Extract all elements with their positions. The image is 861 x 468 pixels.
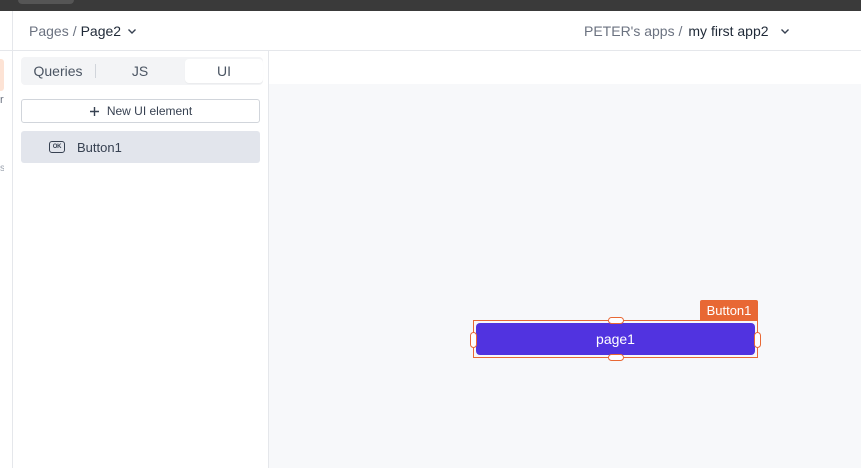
chevron-down-icon[interactable]: [126, 25, 138, 37]
tree-item-label: Button1: [77, 139, 122, 155]
rail-label-partial-2: s: [0, 163, 4, 174]
tab-js[interactable]: JS: [96, 59, 184, 83]
canvas-area[interactable]: [269, 84, 861, 468]
app-breadcrumb[interactable]: PETER's apps / my first app2: [584, 23, 791, 39]
header-divider: [12, 11, 13, 51]
canvas-button-page1[interactable]: page1: [476, 323, 755, 355]
explorer-panel: Queries JS UI New UI element OK Button1: [13, 51, 269, 468]
page-breadcrumb[interactable]: Pages / Page2: [29, 23, 138, 39]
chevron-down-icon[interactable]: [779, 25, 791, 37]
resize-handle-left[interactable]: [470, 332, 477, 348]
resize-handle-top[interactable]: [608, 317, 624, 324]
rail-active-indicator[interactable]: [0, 59, 4, 91]
workspace-label[interactable]: PETER's apps /: [584, 23, 682, 39]
selected-widget-tag[interactable]: Button1: [700, 300, 758, 320]
plus-icon: [89, 106, 99, 116]
canvas-toolbar: [269, 51, 861, 84]
button-icon: OK: [49, 141, 65, 153]
rail-label-partial: r: [0, 94, 4, 106]
new-ui-element-label: New UI element: [106, 104, 193, 118]
window-top-strip: [0, 0, 861, 11]
breadcrumb-separator: /: [72, 23, 77, 39]
breadcrumb-pages[interactable]: Pages: [29, 23, 69, 39]
new-ui-element-button[interactable]: New UI element: [21, 99, 260, 123]
app-name[interactable]: my first app2: [688, 23, 768, 39]
breadcrumb-current-page[interactable]: Page2: [81, 23, 121, 39]
tree-item-button1[interactable]: OK Button1: [21, 131, 260, 163]
left-rail: r s: [0, 51, 13, 468]
resize-handle-bottom[interactable]: [608, 354, 624, 361]
tab-queries[interactable]: Queries: [21, 59, 95, 83]
panel-tabs: Queries JS UI: [21, 57, 263, 85]
button-icon-text: OK: [52, 144, 62, 150]
header-bar: Pages / Page2 PETER's apps / my first ap…: [0, 11, 861, 51]
top-strip-tab: [18, 0, 74, 4]
tab-ui[interactable]: UI: [185, 59, 263, 83]
resize-handle-right[interactable]: [754, 332, 761, 348]
